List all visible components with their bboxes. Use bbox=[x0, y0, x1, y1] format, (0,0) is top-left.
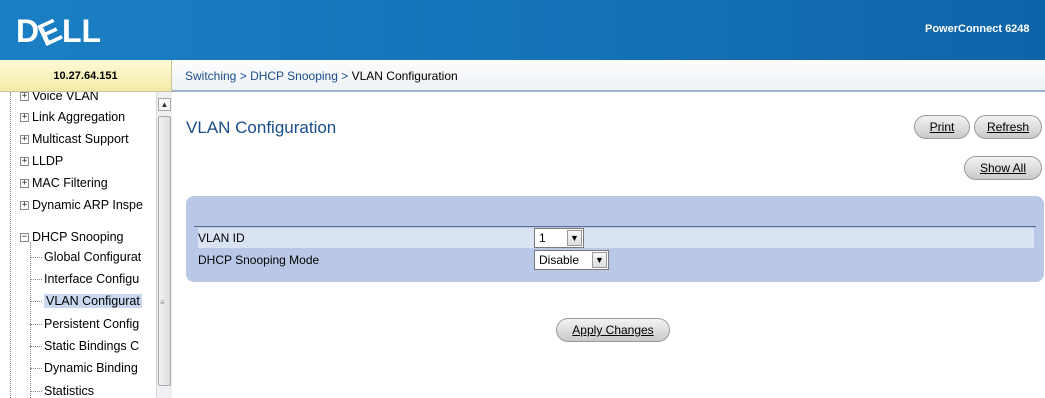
expand-icon[interactable]: + bbox=[20, 201, 29, 211]
breadcrumb-separator: > bbox=[239, 69, 247, 83]
chevron-down-icon[interactable]: ▼ bbox=[567, 230, 582, 246]
expand-icon[interactable]: + bbox=[20, 157, 29, 167]
breadcrumb-current: VLAN Configuration bbox=[351, 69, 458, 83]
sidebar-item-persistent-configuration[interactable]: Persistent Config bbox=[30, 314, 139, 334]
sidebar-item-dynamic-bindings[interactable]: Dynamic Binding bbox=[30, 358, 138, 378]
product-name: PowerConnect 6248 bbox=[925, 23, 1030, 35]
vlan-id-select[interactable]: 1 ▼ bbox=[534, 228, 584, 248]
breadcrumb-bar: Switching > DHCP Snooping > VLAN Configu… bbox=[172, 60, 1045, 92]
expand-icon[interactable]: + bbox=[20, 92, 29, 102]
sidebar-item-static-bindings[interactable]: Static Bindings C bbox=[30, 336, 139, 356]
header-banner: D E LL PowerConnect 6248 bbox=[0, 0, 1045, 60]
sidebar-item-voice-vlan[interactable]: + Voice VLAN bbox=[20, 92, 99, 106]
chevron-down-icon[interactable]: ▼ bbox=[592, 252, 607, 268]
sidebar-item-global-configuration[interactable]: Global Configurat bbox=[30, 247, 141, 267]
breadcrumb: Switching > DHCP Snooping > VLAN Configu… bbox=[185, 69, 458, 83]
show-all-button[interactable]: Show All bbox=[964, 156, 1042, 180]
expand-icon[interactable]: + bbox=[20, 179, 29, 189]
dhcp-snooping-mode-row: DHCP Snooping Mode Disable ▼ bbox=[198, 250, 1034, 270]
sidebar-item-interface-configuration[interactable]: Interface Configu bbox=[30, 269, 139, 289]
breadcrumb-dhcp-snooping[interactable]: DHCP Snooping bbox=[250, 69, 338, 83]
breadcrumb-switching[interactable]: Switching bbox=[185, 69, 236, 83]
scrollbar-thumb[interactable] bbox=[158, 116, 171, 386]
svg-text:LL: LL bbox=[62, 13, 101, 47]
sidebar-item-dynamic-arp-inspection[interactable]: + Dynamic ARP Inspe bbox=[20, 195, 143, 215]
page-title: VLAN Configuration bbox=[186, 118, 337, 137]
sidebar-scrollbar[interactable]: ▲ ≡ bbox=[156, 92, 172, 398]
sidebar-item-dhcp-snooping[interactable]: − DHCP Snooping bbox=[20, 227, 124, 247]
vlan-config-panel: VLAN ID 1 ▼ DHCP Snooping Mode Disable ▼ bbox=[186, 196, 1044, 282]
apply-changes-button[interactable]: Apply Changes bbox=[556, 318, 670, 342]
device-ip-address: 10.27.64.151 bbox=[0, 60, 172, 92]
breadcrumb-separator: > bbox=[341, 69, 349, 83]
sidebar-item-link-aggregation[interactable]: + Link Aggregation bbox=[20, 107, 125, 127]
dell-logo: D E LL bbox=[16, 13, 101, 47]
vlan-id-row: VLAN ID 1 ▼ bbox=[198, 228, 1034, 248]
sidebar-item-vlan-configuration[interactable]: VLAN Configurat bbox=[30, 291, 142, 311]
scroll-up-icon[interactable]: ▲ bbox=[158, 98, 171, 111]
sidebar-item-statistics[interactable]: Statistics bbox=[30, 381, 94, 398]
sidebar-item-multicast-support[interactable]: + Multicast Support bbox=[20, 129, 129, 149]
refresh-button[interactable]: Refresh bbox=[974, 115, 1042, 139]
sidebar-nav: + Voice VLAN + Link Aggregation + Multicast… bbox=[0, 92, 172, 398]
scroll-grip-icon: ≡ bbox=[160, 298, 165, 307]
print-button[interactable]: Print bbox=[914, 115, 970, 139]
dhcp-snooping-mode-select[interactable]: Disable ▼ bbox=[534, 250, 609, 270]
collapse-icon[interactable]: − bbox=[20, 233, 29, 243]
sidebar-item-lldp[interactable]: + LLDP bbox=[20, 151, 63, 171]
sidebar-item-mac-filtering[interactable]: + MAC Filtering bbox=[20, 173, 108, 193]
expand-icon[interactable]: + bbox=[20, 113, 29, 123]
dhcp-snooping-mode-label: DHCP Snooping Mode bbox=[198, 253, 320, 267]
expand-icon[interactable]: + bbox=[20, 135, 29, 145]
tree-connector bbox=[10, 92, 11, 398]
panel-divider bbox=[194, 226, 1036, 227]
vlan-id-label: VLAN ID bbox=[198, 231, 245, 245]
